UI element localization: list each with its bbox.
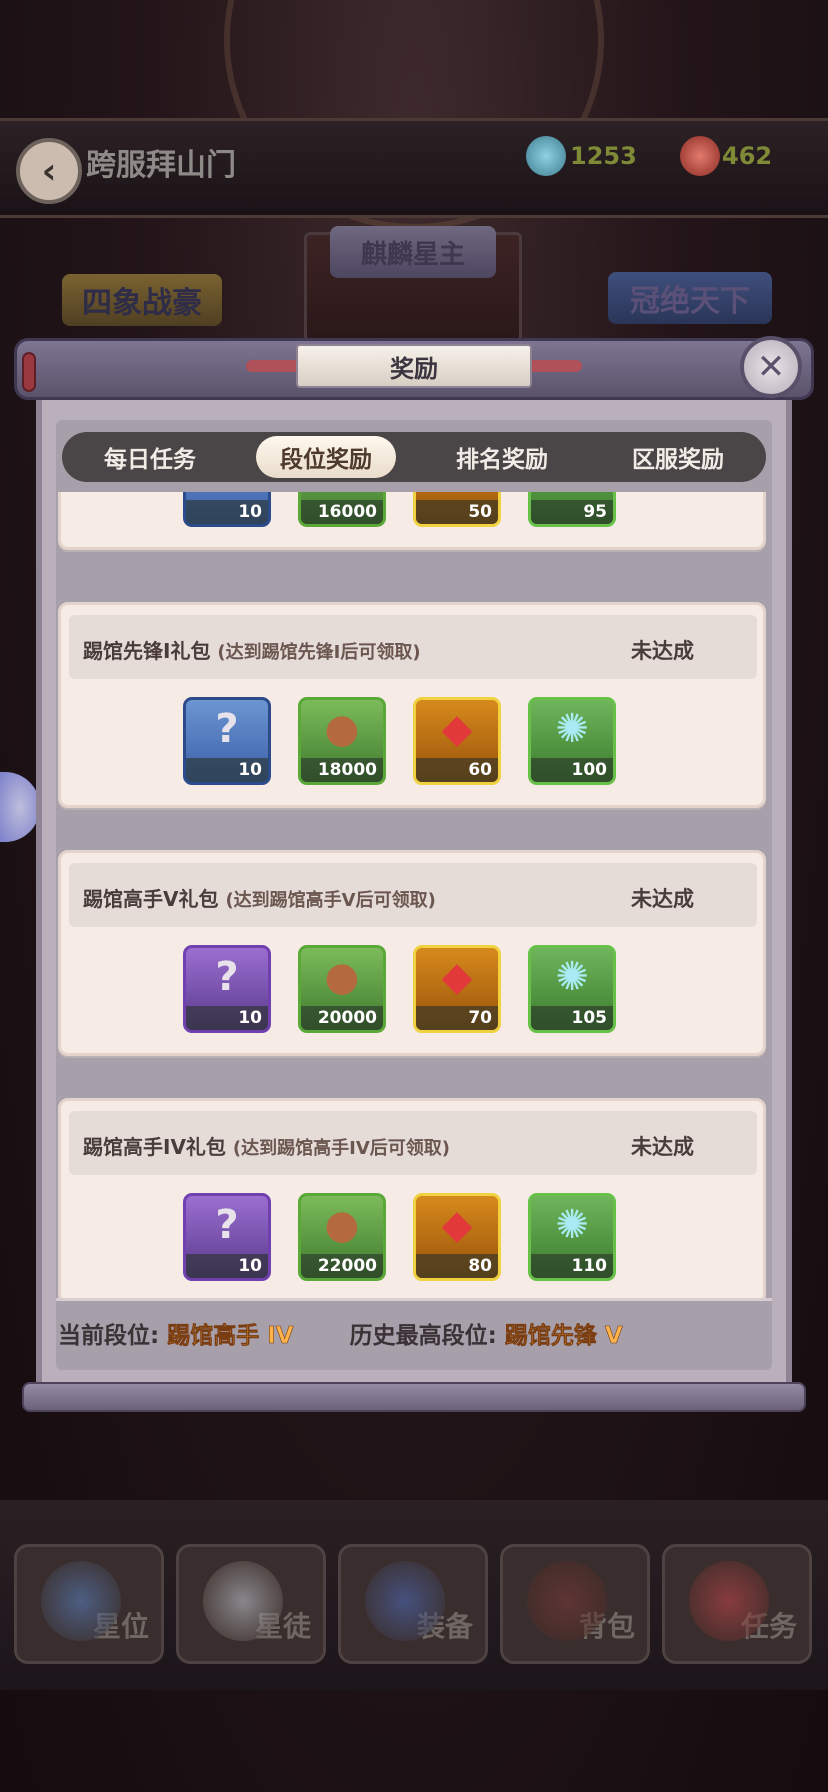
reward-item[interactable]: ✺ 105 xyxy=(528,945,616,1033)
card-condition: (达到踢馆高手V后可领取) xyxy=(225,890,436,911)
chevron-left-icon: ‹ xyxy=(41,150,57,192)
red-gem-icon: ◆ xyxy=(441,954,473,1000)
card-title: 踢馆先锋I礼包 xyxy=(83,639,211,663)
card-condition: (达到踢馆先锋I后可领取) xyxy=(217,642,421,663)
reward-card: 踢馆高手IV礼包 (达到踢馆高手IV后可领取) 未达成 ? 10 ● 22000 ◆… xyxy=(58,1098,766,1300)
tab-bar: 每日任务 段位奖励 排名奖励 区服奖励 xyxy=(62,432,766,482)
jade-icon: ✺ xyxy=(555,706,589,752)
slime-mascot xyxy=(0,772,40,842)
currency-1-icon xyxy=(526,136,566,176)
currency-1-value: 1253 xyxy=(570,142,637,170)
reward-card: 踢馆先锋I礼包 (达到踢馆先锋I后可领取) 未达成 ? 10 ● 18000 ◆ 60… xyxy=(58,602,766,808)
rank-ribbon-center: 麒麟星主 xyxy=(330,226,496,278)
copper-coin-icon: ● xyxy=(324,954,360,1000)
reward-item[interactable]: ● 22000 xyxy=(298,1193,386,1281)
tab-ranking-rewards[interactable]: 排名奖励 xyxy=(432,436,572,478)
scroll-knob-left xyxy=(22,352,36,392)
reward-list[interactable]: ?10 ●16000 ◆50 ✺95 踢馆先锋I礼包 (达到踢馆先锋I后可领取)… xyxy=(56,492,772,1300)
nav-star-position[interactable]: 星位 xyxy=(14,1544,164,1664)
jade-icon: ✺ xyxy=(555,1202,589,1248)
reward-item[interactable]: ◆50 xyxy=(413,492,501,527)
rank-ribbon-left: 四象战豪 xyxy=(62,274,222,326)
rank-ribbon-right: 冠绝天下 xyxy=(608,272,772,324)
reward-item[interactable]: ●16000 xyxy=(298,492,386,527)
nav-equipment[interactable]: 装备 xyxy=(338,1544,488,1664)
jade-icon: ✺ xyxy=(555,954,589,1000)
back-button[interactable]: ‹ xyxy=(16,138,82,204)
red-gem-icon: ◆ xyxy=(416,492,498,494)
reward-item[interactable]: ?10 xyxy=(183,945,271,1033)
close-icon: ✕ xyxy=(756,347,786,387)
mystery-box-icon: ? xyxy=(215,954,239,1000)
copper-coin-icon: ● xyxy=(324,1202,360,1248)
rank-footer: 当前段位: 踢馆高手 IV 历史最高段位: 踢馆先锋 V xyxy=(58,1316,623,1350)
star-orbit-icon xyxy=(41,1561,121,1641)
mystery-box-icon: ? xyxy=(186,492,268,494)
screen-title: 跨服拜山门 xyxy=(86,148,236,183)
reward-item[interactable]: ?10 xyxy=(183,492,271,527)
reward-item[interactable]: ◆ 80 xyxy=(413,1193,501,1281)
scroll-bottom-bar xyxy=(22,1382,806,1412)
reward-item[interactable]: ✺95 xyxy=(528,492,616,527)
reward-item[interactable]: ✺ 100 xyxy=(528,697,616,785)
copper-coin-icon: ● xyxy=(301,492,383,494)
close-button[interactable]: ✕ xyxy=(740,336,802,398)
disciple-icon xyxy=(203,1561,283,1641)
best-rank-value: 踢馆先锋 V xyxy=(504,1323,623,1350)
reward-item[interactable]: ◆ 60 xyxy=(413,697,501,785)
reward-item[interactable]: ◆ 70 xyxy=(413,945,501,1033)
modal-title: 奖励 xyxy=(296,344,532,388)
equipment-icon xyxy=(365,1561,445,1641)
card-title: 踢馆高手IV礼包 xyxy=(83,1135,226,1159)
jade-icon: ✺ xyxy=(531,492,613,494)
card-status: 未达成 xyxy=(631,639,694,663)
card-condition: (达到踢馆高手IV后可领取) xyxy=(232,1138,450,1159)
card-header: 踢馆高手IV礼包 (达到踢馆高手IV后可领取) 未达成 xyxy=(69,1111,757,1175)
game-screen: ‹ 跨服拜山门 1253 462 四象战豪 麒麟星主 冠绝天下 星位 星徒 装备… xyxy=(0,0,828,1792)
card-status: 未达成 xyxy=(631,1135,694,1159)
tab-rank-rewards[interactable]: 段位奖励 xyxy=(256,436,396,478)
tab-server-rewards[interactable]: 区服奖励 xyxy=(608,436,748,478)
tab-daily-tasks[interactable]: 每日任务 xyxy=(80,436,220,478)
list-divider xyxy=(56,1298,772,1301)
reward-item[interactable]: ?10 xyxy=(183,697,271,785)
reward-item[interactable]: ✺ 110 xyxy=(528,1193,616,1281)
current-rank-value: 踢馆高手 IV xyxy=(167,1323,294,1350)
reward-item[interactable]: ● 20000 xyxy=(298,945,386,1033)
current-rank-label: 当前段位: xyxy=(58,1323,160,1349)
mystery-box-icon: ? xyxy=(215,706,239,752)
red-gem-icon: ◆ xyxy=(441,1202,473,1248)
card-header: 踢馆高手V礼包 (达到踢馆高手V后可领取) 未达成 xyxy=(69,863,757,927)
nav-backpack[interactable]: 背包 xyxy=(500,1544,650,1664)
card-title: 踢馆高手V礼包 xyxy=(83,887,219,911)
copper-coin-icon: ● xyxy=(324,706,360,752)
reward-item[interactable]: ?10 xyxy=(183,1193,271,1281)
currency-2-icon xyxy=(680,136,720,176)
card-status: 未达成 xyxy=(631,887,694,911)
nav-task[interactable]: 任务 xyxy=(662,1544,812,1664)
task-icon xyxy=(689,1561,769,1641)
reward-card-partial: ?10 ●16000 ◆50 ✺95 xyxy=(58,492,766,550)
card-header: 踢馆先锋I礼包 (达到踢馆先锋I后可领取) 未达成 xyxy=(69,615,757,679)
mystery-box-icon: ? xyxy=(215,1202,239,1248)
backpack-icon xyxy=(527,1561,607,1641)
nav-disciple[interactable]: 星徒 xyxy=(176,1544,326,1664)
reward-item[interactable]: ● 18000 xyxy=(298,697,386,785)
red-gem-icon: ◆ xyxy=(441,706,473,752)
reward-card: 踢馆高手V礼包 (达到踢馆高手V后可领取) 未达成 ? 10 ● 20000 ◆ 70… xyxy=(58,850,766,1056)
best-rank-label: 历史最高段位: xyxy=(349,1323,497,1349)
currency-2-value: 462 xyxy=(722,142,773,170)
